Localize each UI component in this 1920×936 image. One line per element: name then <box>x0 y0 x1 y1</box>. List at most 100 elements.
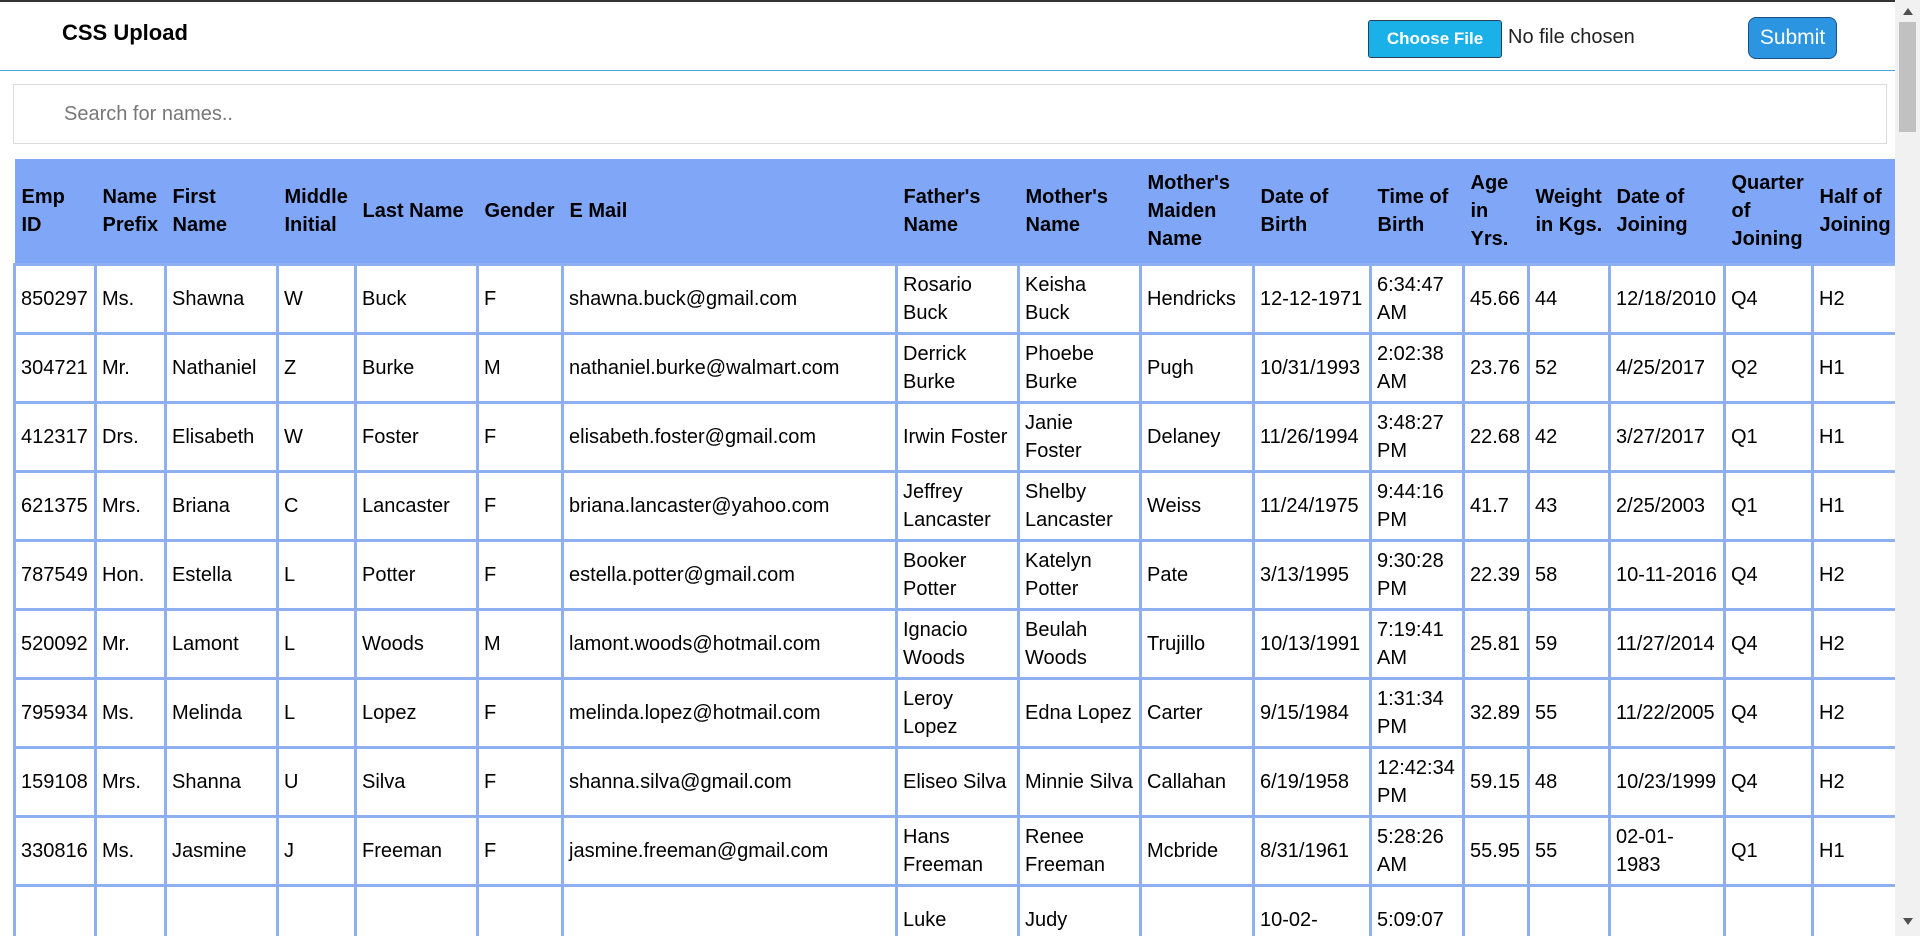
column-header: Last Name <box>355 159 478 265</box>
table-cell: 42 <box>1527 401 1611 473</box>
table-cell <box>1811 884 1895 936</box>
table-cell: 3/27/2017 <box>1608 401 1726 473</box>
column-header: Weight in Kgs. <box>1528 159 1610 265</box>
column-header: Quarter of Joining <box>1724 159 1813 265</box>
table-cell: Mr. <box>94 332 167 404</box>
table-cell <box>94 884 167 936</box>
table-cell: Jasmine <box>164 815 279 887</box>
table-cell: Hon. <box>94 539 167 611</box>
table-cell: 59 <box>1527 608 1611 680</box>
table-cell: 11/22/2005 <box>1608 677 1726 749</box>
table-cell: 9:30:28 PM <box>1369 539 1465 611</box>
header-bar: CSS Upload Choose File No file chosen Su… <box>0 0 1895 71</box>
table-cell: H2 <box>1811 608 1895 680</box>
table-cell: Burke <box>354 332 479 404</box>
table-row: Luke Judy 10-02- 5:09:07 <box>13 884 1895 936</box>
table-cell: 787549 <box>13 539 97 611</box>
scrollbar-thumb[interactable] <box>1899 22 1916 132</box>
table-cell: nathaniel.burke@walmart.com <box>561 332 898 404</box>
table-cell: 4/25/2017 <box>1608 332 1726 404</box>
table-cell: Booker Potter <box>895 539 1020 611</box>
vertical-scrollbar[interactable] <box>1895 0 1920 936</box>
column-header: First Name <box>165 159 278 265</box>
table-cell: 412317 <box>13 401 97 473</box>
table-cell: 59.15 <box>1462 746 1530 818</box>
table-cell <box>276 884 357 936</box>
table-cell: Mrs. <box>94 746 167 818</box>
table-row: 850297 Ms. Shawna W Buck Fshawna.buck@gmail.c… <box>13 263 1895 335</box>
table-cell: Z <box>276 332 357 404</box>
column-header: Date of Birth <box>1253 159 1371 265</box>
table-cell: Derrick Burke <box>895 332 1020 404</box>
table-cell: H2 <box>1811 539 1895 611</box>
table-cell: 02-01-1983 <box>1608 815 1726 887</box>
table-cell: L <box>276 539 357 611</box>
table-cell: Q1 <box>1723 815 1814 887</box>
column-header: E Mail <box>562 159 897 265</box>
table-cell <box>1723 884 1814 936</box>
table-row: 621375 Mrs. Briana C Lancaster Fbriana.lancas… <box>13 470 1895 542</box>
table-cell: C <box>276 470 357 542</box>
scroll-down-arrow-icon[interactable] <box>1903 918 1913 925</box>
table-cell: Q4 <box>1723 539 1814 611</box>
table-cell: 2:02:38 AM <box>1369 332 1465 404</box>
column-header: Father's Name <box>896 159 1019 265</box>
table-cell: Foster <box>354 401 479 473</box>
search-input[interactable] <box>64 85 1864 143</box>
table-cell: 12-12-1971 <box>1252 263 1372 335</box>
table-cell: Katelyn Potter <box>1017 539 1142 611</box>
table-cell: Trujillo <box>1139 608 1255 680</box>
table-cell: 7:19:41 AM <box>1369 608 1465 680</box>
table-cell <box>561 884 898 936</box>
table-cell: Carter <box>1139 677 1255 749</box>
table-cell: Nathaniel <box>164 332 279 404</box>
table-cell: 621375 <box>13 470 97 542</box>
table-cell: J <box>276 815 357 887</box>
table-cell: Lopez <box>354 677 479 749</box>
search-box <box>13 84 1887 144</box>
table-cell: Q4 <box>1723 677 1814 749</box>
table-cell: 48 <box>1527 746 1611 818</box>
table-cell: jasmine.freeman@gmail.com <box>561 815 898 887</box>
scroll-up-arrow-icon[interactable] <box>1903 8 1913 15</box>
table-cell: elisabeth.foster@gmail.com <box>561 401 898 473</box>
table-cell: Delaney <box>1139 401 1255 473</box>
table-cell <box>476 884 564 936</box>
table-cell: 25.81 <box>1462 608 1530 680</box>
column-header: Name Prefix <box>95 159 166 265</box>
table-cell <box>13 884 97 936</box>
table-cell: F <box>476 470 564 542</box>
table-cell: Keisha Buck <box>1017 263 1142 335</box>
table-cell: 8/31/1961 <box>1252 815 1372 887</box>
table-cell: 5:28:26 AM <box>1369 815 1465 887</box>
table-cell: Ms. <box>94 263 167 335</box>
table-cell: 850297 <box>13 263 97 335</box>
table-cell: Mr. <box>94 608 167 680</box>
table-cell: Irwin Foster <box>895 401 1020 473</box>
table-cell: Shanna <box>164 746 279 818</box>
table-cell: Jeffrey Lancaster <box>895 470 1020 542</box>
table-cell: 44 <box>1527 263 1611 335</box>
table-cell: 3:48:27 PM <box>1369 401 1465 473</box>
table-cell: W <box>276 263 357 335</box>
table-cell: Q1 <box>1723 401 1814 473</box>
table-cell: 10/13/1991 <box>1252 608 1372 680</box>
table-cell: 55 <box>1527 677 1611 749</box>
table-cell: 6/19/1958 <box>1252 746 1372 818</box>
table-row: 795934 Ms. Melinda L Lopez Fmelinda.lopez@hot… <box>13 677 1895 749</box>
table-cell: Renee Freeman <box>1017 815 1142 887</box>
employee-table: Emp ID Name Prefix First Name Middle Initia… <box>13 159 1895 936</box>
table-cell: 55.95 <box>1462 815 1530 887</box>
table-cell: 32.89 <box>1462 677 1530 749</box>
submit-button[interactable]: Submit <box>1748 17 1837 59</box>
table-cell: H1 <box>1811 401 1895 473</box>
table-cell: Ms. <box>94 815 167 887</box>
table-cell: Lancaster <box>354 470 479 542</box>
choose-file-button[interactable]: Choose File <box>1368 20 1502 58</box>
table-cell: Lamont <box>164 608 279 680</box>
table-cell: 10-11-2016 <box>1608 539 1726 611</box>
table-cell: Q4 <box>1723 608 1814 680</box>
table-cell: lamont.woods@hotmail.com <box>561 608 898 680</box>
table-cell: 41.7 <box>1462 470 1530 542</box>
table-cell: F <box>476 815 564 887</box>
